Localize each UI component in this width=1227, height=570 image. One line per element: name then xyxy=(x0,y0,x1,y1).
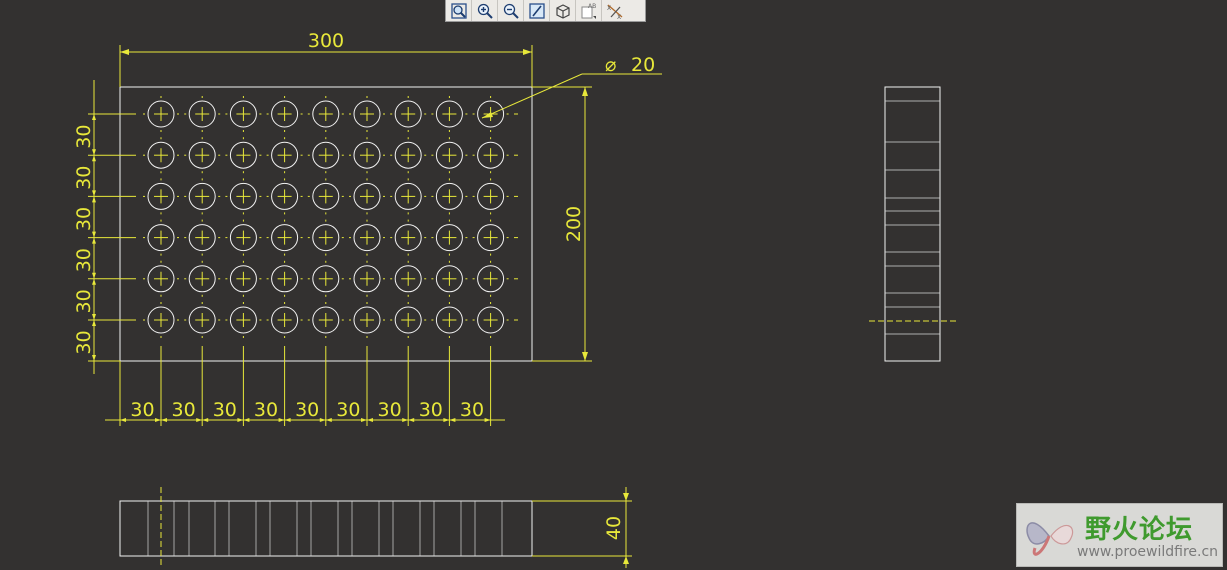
hole xyxy=(472,219,509,256)
hole xyxy=(390,260,427,297)
hole xyxy=(143,302,179,338)
watermark-url: www.proewildfire.cn xyxy=(1077,544,1219,560)
hole xyxy=(266,302,303,338)
engineering-drawing: 300 ⌀ 20 200 303030303030 30 30 30 30 30 30 30… xyxy=(73,30,957,568)
hole xyxy=(225,302,262,338)
hole xyxy=(390,302,427,338)
row-spacing-dim-text: 30 xyxy=(73,289,95,313)
hole xyxy=(349,96,385,132)
hole xyxy=(431,260,468,297)
column-spacing-dim-text: 30 xyxy=(419,399,443,421)
hole xyxy=(349,219,385,256)
column-spacing-dim-text: 30 xyxy=(295,399,319,421)
hole xyxy=(390,137,427,174)
hole xyxy=(143,219,179,256)
column-spacing-dim-text: 30 xyxy=(378,399,402,421)
hole xyxy=(143,96,179,132)
hole xyxy=(143,178,179,215)
width-dim-text: 300 xyxy=(308,30,344,52)
column-spacing-dimensions: 30 30 30 30 30 30 30 30 30 xyxy=(105,346,505,426)
hole xyxy=(225,178,262,215)
hole xyxy=(307,96,344,132)
hole xyxy=(184,178,221,215)
hole xyxy=(431,302,468,338)
hole xyxy=(143,137,179,174)
hole xyxy=(225,219,262,256)
hole xyxy=(307,178,344,215)
height-dim-text: 200 xyxy=(563,206,585,242)
hole xyxy=(184,302,221,338)
hole xyxy=(349,178,385,215)
hole xyxy=(431,137,468,174)
thickness-dim-text: 40 xyxy=(603,516,625,540)
hole xyxy=(472,302,509,338)
hole xyxy=(266,137,303,174)
hole xyxy=(225,96,262,132)
forum-watermark: 野火论坛 www.proewildfire.cn xyxy=(1016,503,1223,567)
hole xyxy=(143,260,179,297)
watermark-title: 野火论坛 xyxy=(1085,515,1194,545)
hole xyxy=(431,178,468,215)
hole xyxy=(390,178,427,215)
hole xyxy=(266,96,303,132)
column-spacing-dim-text: 30 xyxy=(130,399,154,421)
hole xyxy=(307,260,344,297)
hole xyxy=(390,219,427,256)
hole xyxy=(266,178,303,215)
hole xyxy=(225,137,262,174)
hole xyxy=(184,260,221,297)
hole xyxy=(349,302,385,338)
bottom-view xyxy=(119,487,533,568)
row-spacing-dimensions: 30 30 30 30 30 30 xyxy=(73,80,120,374)
row-spacing-dim-text: 30 xyxy=(73,166,95,190)
column-spacing-dim-text: 30 xyxy=(172,399,196,421)
butterfly-logo-icon xyxy=(1026,522,1074,556)
hole xyxy=(472,137,509,174)
diameter-dim-text: 20 xyxy=(631,54,655,76)
hole xyxy=(184,137,221,174)
row-spacing-dim-text: 30 xyxy=(73,330,95,354)
column-spacing-dim-text: 30 xyxy=(254,399,278,421)
front-view xyxy=(88,86,533,362)
column-spacing-dim-text: 30 xyxy=(460,399,484,421)
hole xyxy=(266,219,303,256)
hole xyxy=(225,260,262,297)
hole xyxy=(472,178,509,215)
row-spacing-dim-text: 30 xyxy=(73,207,95,231)
hole xyxy=(472,260,509,297)
hole xyxy=(184,219,221,256)
hole xyxy=(307,137,344,174)
hole xyxy=(349,137,385,174)
hole xyxy=(390,96,427,132)
hole xyxy=(431,219,468,256)
hole xyxy=(431,96,468,132)
hole xyxy=(349,260,385,297)
row-spacing-dim-text: 30 xyxy=(73,248,95,272)
column-spacing-dim-text: 30 xyxy=(336,399,360,421)
diameter-leader xyxy=(481,73,662,119)
hole xyxy=(184,96,221,132)
hole-pattern xyxy=(88,96,518,338)
side-view xyxy=(869,86,957,362)
hole xyxy=(307,302,344,338)
hole xyxy=(307,219,344,256)
hole xyxy=(266,260,303,297)
diameter-symbol: ⌀ xyxy=(605,54,616,76)
column-spacing-dim-text: 30 xyxy=(213,399,237,421)
row-spacing-dim-text: 30 xyxy=(73,125,95,149)
